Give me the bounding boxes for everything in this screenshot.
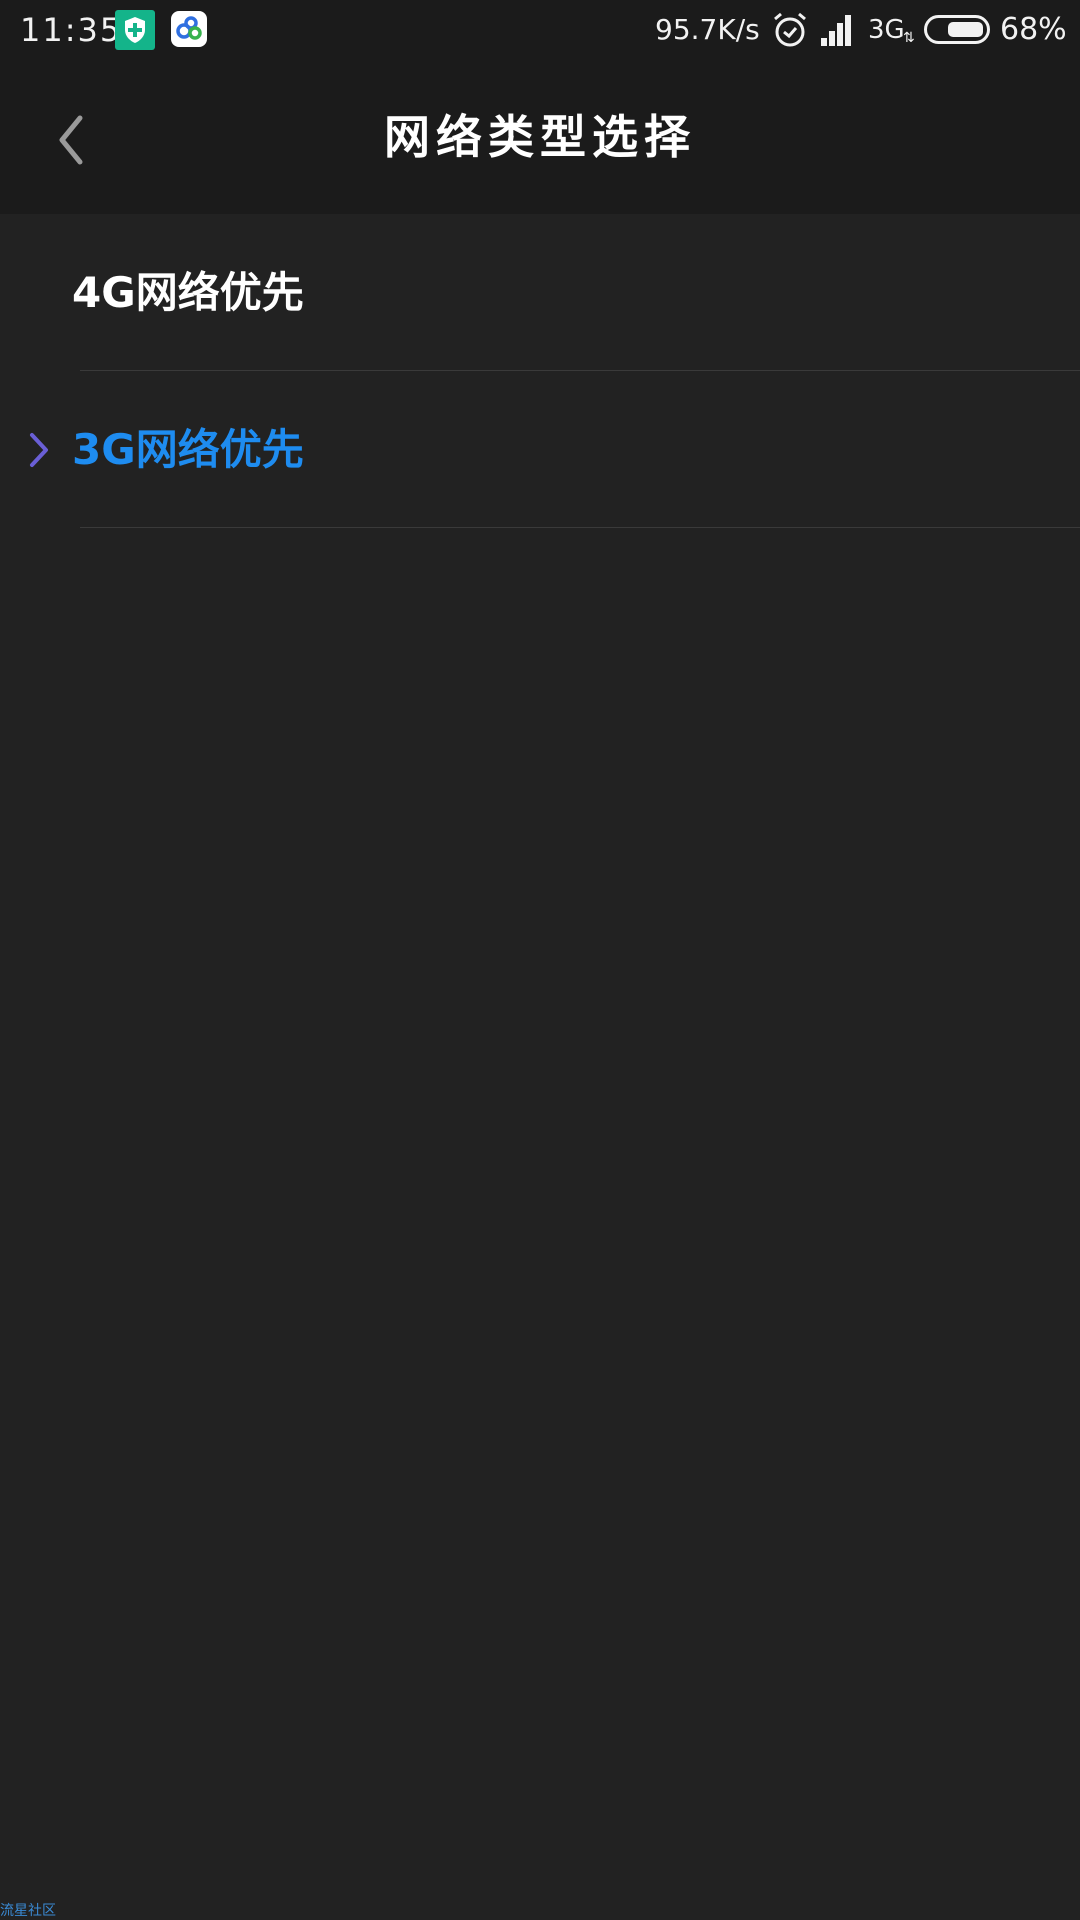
divider [80, 527, 1080, 528]
battery-percent: 68% [1000, 12, 1067, 47]
cloud-app-icon [171, 11, 207, 47]
network-type-options: 4G网络优先 3G网络优先 [0, 214, 1080, 528]
screen: 11:35 95.7K/s 3G ⇅ 68% 网络类型选择 4G网络优先 3G网… [0, 0, 1080, 1920]
status-time: 11:35 [20, 11, 123, 49]
data-activity-icon: ⇅ [903, 30, 915, 46]
network-type: 3G [868, 15, 905, 45]
battery-level-fill [948, 22, 983, 37]
network-speed: 95.7K/s [655, 13, 760, 46]
battery-icon [924, 15, 990, 44]
option-label: 4G网络优先 [72, 268, 304, 317]
option-3g-preferred[interactable]: 3G网络优先 [0, 371, 1080, 528]
title-bar: 网络类型选择 [0, 60, 1080, 214]
back-button[interactable] [40, 110, 100, 170]
chevron-right-icon [26, 427, 54, 473]
security-shield-app-icon [115, 10, 155, 50]
page-title: 网络类型选择 [384, 110, 696, 164]
signal-icon [820, 14, 854, 46]
watermark: 流星社区 [0, 1903, 56, 1919]
chevron-left-icon [59, 115, 83, 165]
alarm-icon [771, 11, 809, 49]
option-label: 3G网络优先 [72, 425, 304, 474]
status-bar: 11:35 95.7K/s 3G ⇅ 68% [0, 0, 1080, 60]
option-4g-preferred[interactable]: 4G网络优先 [0, 214, 1080, 371]
